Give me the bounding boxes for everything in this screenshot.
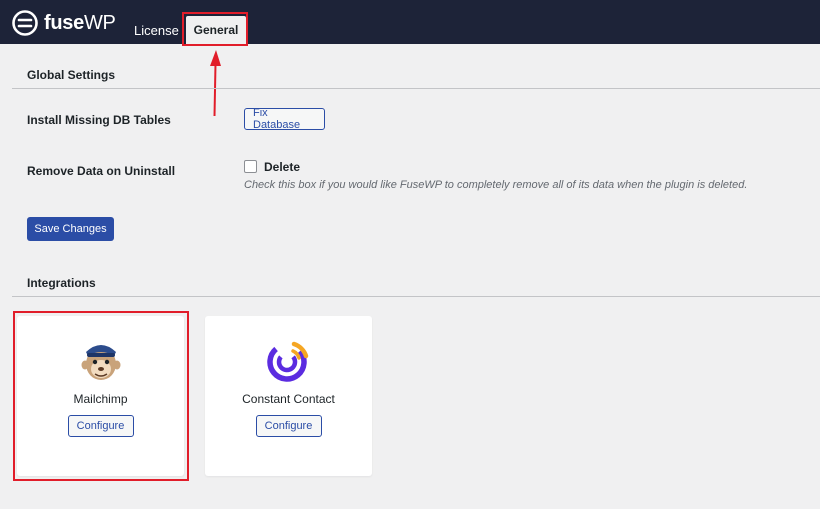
fusewp-logo-icon (12, 10, 38, 36)
integration-card-mailchimp: Mailchimp Configure (17, 316, 184, 476)
delete-checkbox[interactable] (244, 160, 257, 173)
divider (12, 88, 820, 89)
constant-contact-logo-icon (266, 341, 308, 382)
delete-checkbox-label[interactable]: Delete (264, 160, 300, 174)
configure-button[interactable]: Configure (255, 415, 322, 437)
tab-license[interactable]: License (134, 23, 179, 38)
mailchimp-logo-icon (81, 345, 120, 380)
delete-help-text: Check this box if you would like FuseWP … (244, 179, 748, 191)
db-tables-label: Install Missing DB Tables (27, 113, 171, 127)
brand-name: fuseWP (44, 11, 116, 34)
tab-general[interactable]: General (186, 16, 246, 44)
annotation-arrow (210, 50, 221, 117)
configure-button[interactable]: Configure (67, 415, 134, 437)
integration-name: Mailchimp (73, 392, 128, 406)
brand[interactable]: fuseWP (12, 10, 116, 36)
fix-database-button[interactable]: Fix Database (244, 107, 325, 131)
divider (12, 296, 820, 297)
integrations-title: Integrations (27, 276, 96, 290)
top-bar: fuseWP License General (0, 0, 820, 44)
save-changes-button[interactable]: Save Changes (27, 217, 114, 241)
remove-data-label: Remove Data on Uninstall (27, 164, 176, 178)
integration-card-constant-contact: Constant Contact Configure (205, 316, 372, 476)
integration-name: Constant Contact (242, 392, 335, 406)
global-settings-title: Global Settings (27, 68, 116, 82)
